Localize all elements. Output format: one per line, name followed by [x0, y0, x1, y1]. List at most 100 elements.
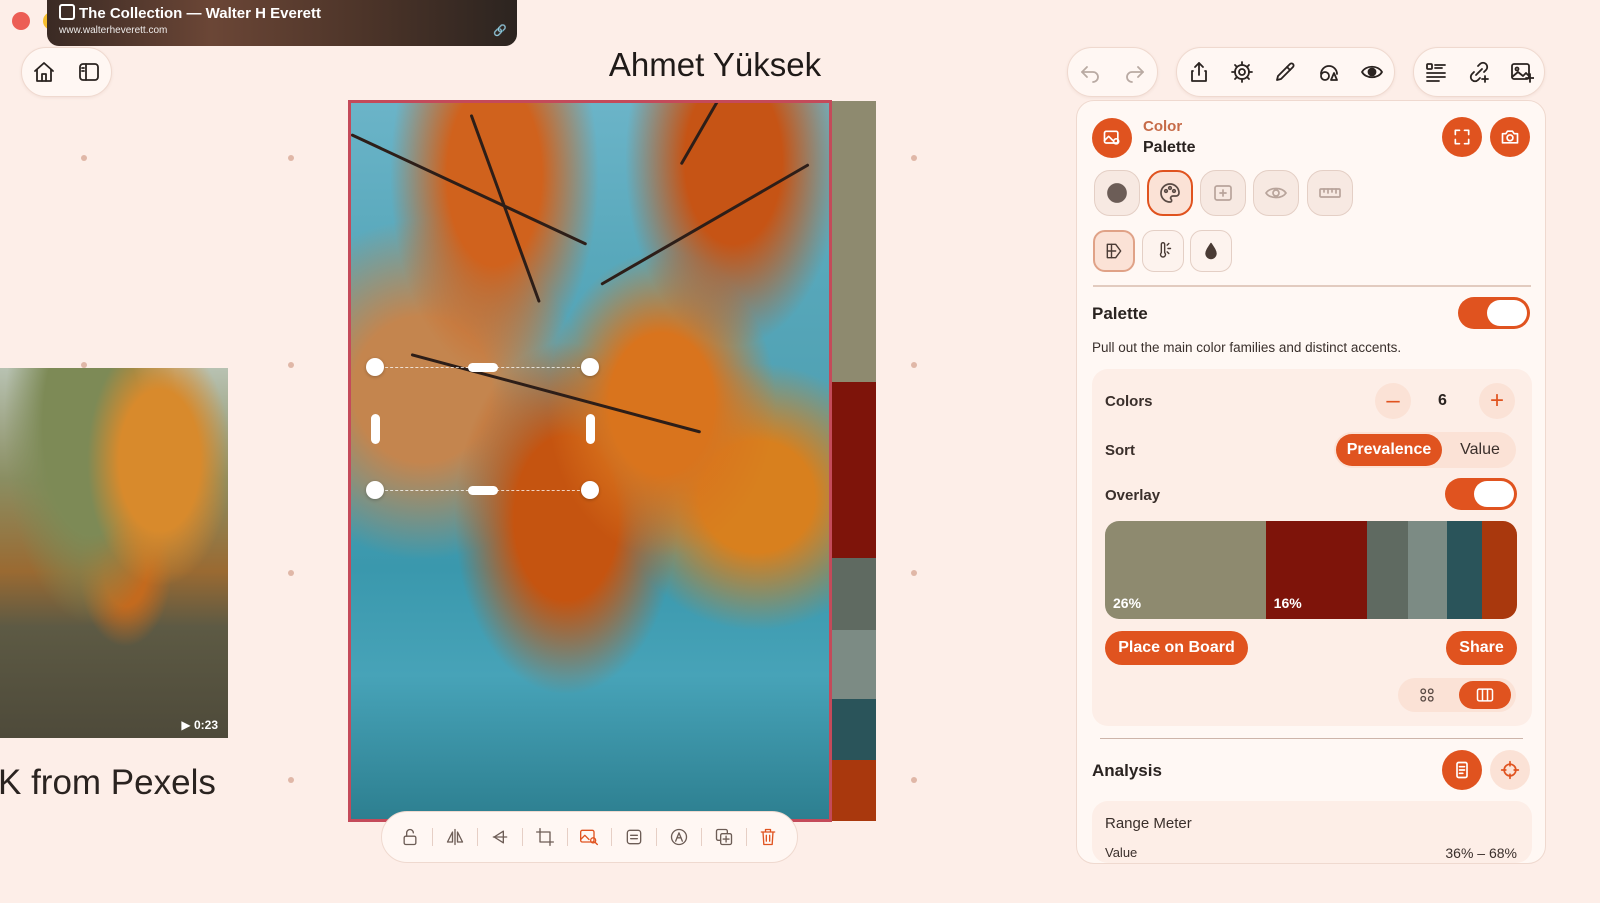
drop-icon[interactable]	[1190, 230, 1232, 272]
canvas-dot	[911, 570, 917, 576]
nav-pill	[21, 47, 112, 97]
source-tab[interactable]: The Collection — Walter H Everett www.wa…	[47, 0, 517, 46]
tab-title: The Collection — Walter H Everett	[79, 5, 321, 22]
image-search-icon[interactable]	[574, 822, 604, 852]
share-button[interactable]: Share	[1446, 631, 1517, 665]
overlay-percentage: 26%	[1113, 595, 1142, 611]
flip-vertical-icon[interactable]	[485, 822, 515, 852]
duplicate-icon[interactable]	[709, 822, 739, 852]
grid-view-icon[interactable]	[1412, 682, 1442, 708]
eye-icon[interactable]	[1357, 57, 1387, 87]
undo-icon[interactable]	[1075, 57, 1105, 87]
grain-mode-icon[interactable]	[1094, 170, 1140, 216]
eyedropper-icon[interactable]	[1270, 57, 1300, 87]
palette-swatch[interactable]	[832, 558, 876, 631]
view-pill	[1413, 47, 1545, 97]
place-on-board-button[interactable]: Place on Board	[1105, 631, 1248, 665]
adjustments-icon[interactable]	[619, 822, 649, 852]
selection-handle-right[interactable]	[586, 414, 595, 444]
selected-board-image[interactable]	[348, 100, 832, 822]
colors-count: 6	[1438, 392, 1447, 409]
overlay-color-segment[interactable]	[1366, 521, 1408, 619]
value-range: 36% – 68%	[1445, 845, 1517, 861]
sidebar-toggle-icon[interactable]	[74, 57, 104, 87]
palette-section-title: Palette	[1092, 304, 1148, 323]
flip-horizontal-icon[interactable]	[440, 822, 470, 852]
camera-icon[interactable]	[1490, 117, 1530, 157]
selection-handle-top-right[interactable]	[581, 358, 599, 376]
ai-shapes-icon[interactable]	[1314, 57, 1344, 87]
decrease-colors-button[interactable]: –	[1375, 383, 1411, 419]
minus-icon: –	[1386, 387, 1400, 414]
palette-overlay-bar[interactable]: 26% 16%	[1105, 521, 1517, 619]
sort-value-option[interactable]: Value	[1446, 434, 1514, 466]
tab-url: www.walterheverett.com	[59, 25, 168, 36]
palette-mode-icon[interactable]	[1147, 170, 1193, 216]
selection-handle-bottom-left[interactable]	[366, 481, 384, 499]
increase-colors-button[interactable]: +	[1479, 383, 1515, 419]
gear-icon[interactable]	[1227, 57, 1257, 87]
columns-view-icon[interactable]	[1459, 681, 1511, 709]
palette-swatch[interactable]	[832, 698, 876, 760]
crosshair-icon[interactable]	[1490, 750, 1530, 790]
selection-handle-top-left[interactable]	[366, 358, 384, 376]
auto-enhance-icon[interactable]	[664, 822, 694, 852]
trash-icon[interactable]	[753, 822, 783, 852]
image-toolbar	[381, 811, 798, 863]
crop-icon[interactable]	[530, 822, 560, 852]
home-icon[interactable]	[29, 57, 59, 87]
canvas-dot	[911, 777, 917, 783]
colors-label: Colors	[1105, 393, 1153, 410]
focus-mode-icon[interactable]	[1200, 170, 1246, 216]
plus-icon: +	[1489, 387, 1504, 414]
panel-header-title: Palette	[1143, 139, 1196, 156]
canvas-dot	[288, 777, 294, 783]
canvas-dot	[288, 570, 294, 576]
temperature-icon[interactable]	[1142, 230, 1184, 272]
toolbar-divider	[566, 828, 568, 846]
panel-header-category: Color	[1143, 118, 1183, 135]
overlay-toggle[interactable]	[1445, 478, 1517, 510]
link-icon[interactable]: 🔗	[493, 24, 507, 37]
ruler-mode-icon[interactable]	[1307, 170, 1353, 216]
close-window-button[interactable]	[12, 12, 30, 30]
analysis-title: Analysis	[1092, 761, 1162, 780]
overlay-label: Overlay	[1105, 487, 1161, 504]
value-label: Value	[1105, 845, 1138, 860]
tools-pill	[1176, 47, 1395, 97]
add-image-icon[interactable]	[1507, 57, 1537, 87]
palette-swatch[interactable]	[832, 381, 876, 559]
list-details-icon[interactable]	[1421, 57, 1451, 87]
overlay-color-segment[interactable]	[1407, 521, 1447, 619]
report-icon[interactable]	[1442, 750, 1482, 790]
branch-shape	[600, 163, 810, 286]
canvas-dot	[288, 362, 294, 368]
palette-swatch[interactable]	[832, 101, 876, 382]
overlay-color-segment[interactable]	[1446, 521, 1482, 619]
history-pill	[1067, 47, 1158, 97]
palette-toggle[interactable]	[1458, 297, 1530, 329]
overlay-color-segment[interactable]: 26%	[1105, 521, 1266, 619]
selection-handle-bottom[interactable]	[468, 486, 498, 495]
overlay-color-segment[interactable]: 16%	[1265, 521, 1367, 619]
overlay-color-segment[interactable]	[1481, 521, 1517, 619]
branch-shape	[679, 103, 758, 166]
palette-swatch[interactable]	[832, 759, 876, 821]
add-link-icon[interactable]	[1464, 57, 1494, 87]
selection-handle-bottom-right[interactable]	[581, 481, 599, 499]
share-icon[interactable]	[1184, 57, 1214, 87]
canvas-dot	[911, 155, 917, 161]
expand-icon[interactable]	[1442, 117, 1482, 157]
canvas-dot	[288, 155, 294, 161]
palette-swatch[interactable]	[832, 630, 876, 699]
color-wheel-icon[interactable]	[1093, 230, 1135, 272]
redo-icon[interactable]	[1120, 57, 1150, 87]
eye-mode-icon[interactable]	[1253, 170, 1299, 216]
selection-handle-left[interactable]	[371, 414, 380, 444]
sort-prevalence-option[interactable]: Prevalence	[1336, 434, 1442, 466]
unlock-icon[interactable]	[395, 822, 425, 852]
overlay-percentage: 16%	[1273, 595, 1302, 611]
palette-swatch-strip	[832, 101, 876, 821]
board-image-autumn-river[interactable]: ▶ 0:23	[0, 368, 228, 738]
selection-handle-top[interactable]	[468, 363, 498, 372]
